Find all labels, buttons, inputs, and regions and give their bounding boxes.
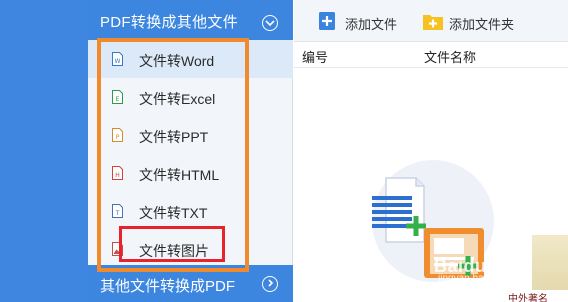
- left-edge-panel: [0, 0, 88, 302]
- sidebar-item-to-excel[interactable]: E 文件转Excel: [88, 78, 293, 116]
- conversion-sidebar: PDF转换成其他文件 W 文件转Word E 文件转Excel P 文件转PPT…: [88, 0, 293, 302]
- add-folder-icon: [423, 15, 443, 30]
- svg-text:E: E: [116, 96, 120, 103]
- sidebar-item-to-ppt[interactable]: P 文件转PPT: [88, 116, 293, 154]
- svg-text:P: P: [116, 134, 120, 141]
- conversion-option-list: W 文件转Word E 文件转Excel P 文件转PPT H 文件转HTML …: [88, 40, 293, 268]
- excel-file-icon: E: [112, 90, 123, 104]
- file-toolbar: 添加文件 添加文件夹: [294, 0, 568, 42]
- column-header-filename[interactable]: 文件名称: [424, 47, 476, 66]
- corner-text: 中外著名: [508, 294, 548, 302]
- sidebar-item-to-html[interactable]: H 文件转HTML: [88, 154, 293, 192]
- sidebar-item-label: 文件转PPT: [139, 129, 209, 145]
- add-file-label: 添加文件: [345, 17, 398, 32]
- ppt-file-icon: P: [112, 128, 123, 142]
- expand-chevron-icon[interactable]: [262, 276, 278, 292]
- sidebar-item-to-word[interactable]: W 文件转Word: [88, 40, 293, 78]
- image-file-icon: [112, 242, 123, 256]
- sidebar-item-to-txt[interactable]: T 文件转TXT: [88, 192, 293, 230]
- column-header-number[interactable]: 编号: [302, 47, 328, 66]
- add-folder-label: 添加文件夹: [449, 17, 515, 32]
- sidebar-item-label: 文件转Word: [139, 53, 215, 69]
- txt-file-icon: T: [112, 204, 123, 218]
- sidebar-header-title: PDF转换成其他文件: [100, 14, 239, 31]
- sidebar-footer-title: 其他文件转换成PDF: [100, 278, 236, 295]
- add-file-button[interactable]: 添加文件: [318, 11, 408, 33]
- word-file-icon: W: [112, 52, 123, 66]
- sidebar-item-label: 文件转图片: [139, 243, 209, 259]
- sidebar-item-to-image[interactable]: 文件转图片: [88, 230, 293, 268]
- svg-text:T: T: [115, 210, 120, 217]
- sidebar-header-pdf-to-other[interactable]: PDF转换成其他文件: [88, 0, 293, 40]
- sidebar-item-label: 文件转Excel: [139, 91, 216, 107]
- add-folder-button[interactable]: 添加文件夹: [422, 11, 532, 33]
- svg-text:W: W: [115, 58, 121, 65]
- svg-text:H: H: [115, 172, 120, 179]
- html-file-icon: H: [112, 166, 123, 180]
- corner-overlay: [532, 235, 568, 290]
- collapse-chevron-icon[interactable]: [262, 15, 278, 31]
- sidebar-footer-other-to-pdf[interactable]: 其他文件转换成PDF: [88, 265, 293, 302]
- file-table-header: 编号 文件名称: [294, 42, 568, 68]
- add-file-icon: [319, 12, 335, 30]
- watermark-subtext: jingyan.baidu.com: [438, 273, 519, 284]
- sidebar-item-label: 文件转TXT: [139, 205, 208, 221]
- sidebar-item-label: 文件转HTML: [139, 167, 220, 183]
